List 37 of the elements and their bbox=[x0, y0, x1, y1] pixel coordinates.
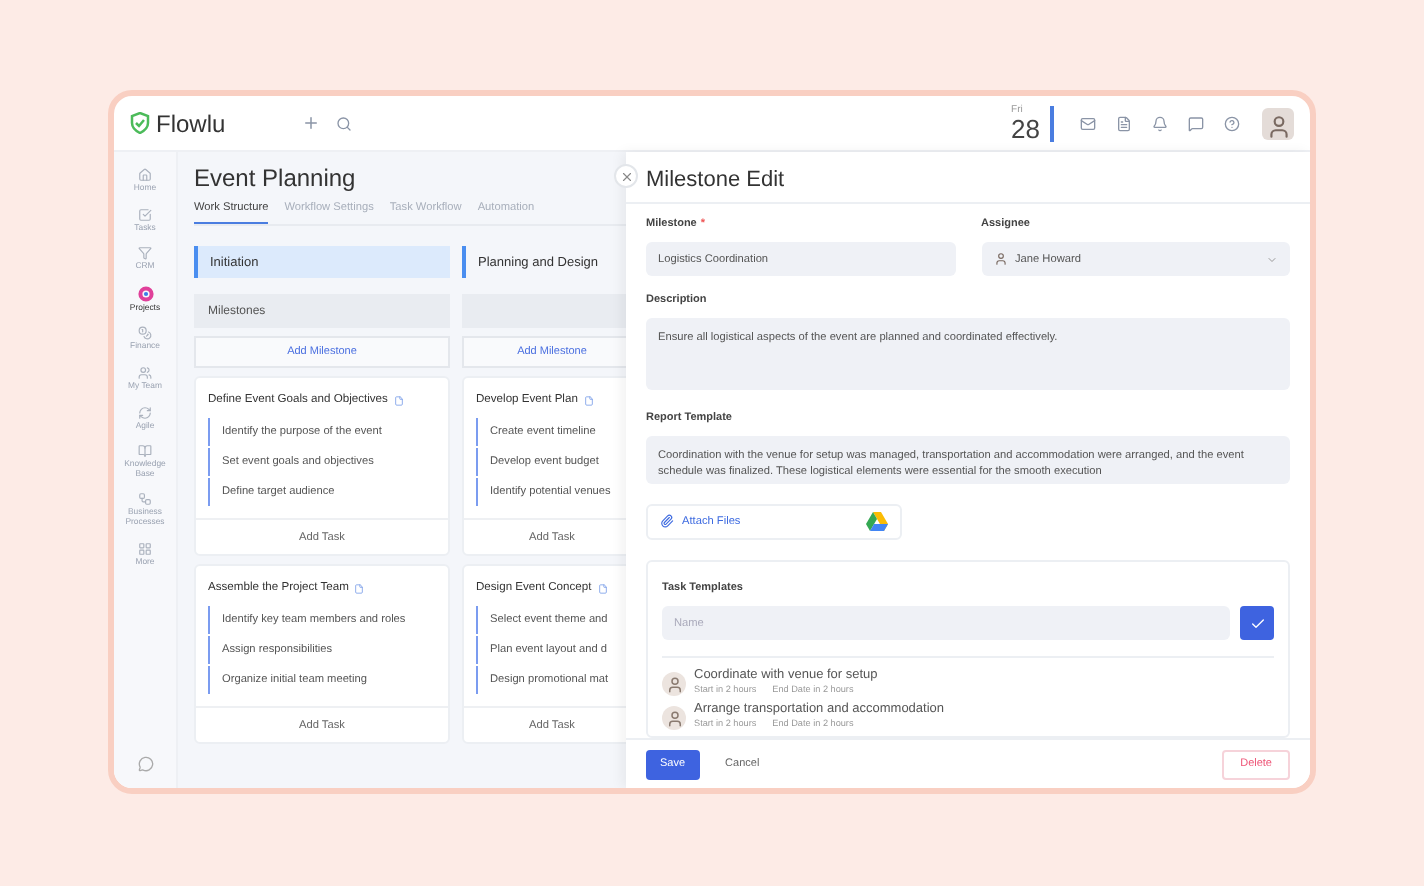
user-avatar[interactable] bbox=[1262, 107, 1294, 139]
people-icon bbox=[138, 366, 152, 381]
avatar-icon bbox=[662, 706, 686, 730]
checkbox-icon bbox=[138, 207, 152, 222]
confirm-button[interactable] bbox=[1240, 606, 1274, 640]
project-title: Event Planning bbox=[194, 164, 358, 192]
chat-bubble-icon[interactable] bbox=[137, 756, 153, 772]
document-icon[interactable] bbox=[597, 583, 608, 593]
grid-icon bbox=[138, 541, 152, 556]
house-icon bbox=[138, 168, 152, 182]
bell-icon[interactable] bbox=[1152, 115, 1168, 131]
document-icon[interactable] bbox=[354, 583, 365, 593]
flow-icon bbox=[138, 492, 152, 507]
drive-logo-icon bbox=[866, 511, 888, 532]
avatar-icon bbox=[662, 672, 686, 696]
document-icon[interactable] bbox=[393, 395, 404, 405]
chevron-down-icon bbox=[1266, 253, 1278, 265]
chat-icon[interactable] bbox=[1188, 115, 1204, 131]
document-icon[interactable] bbox=[583, 395, 594, 405]
paperclip-icon bbox=[660, 514, 674, 529]
colorful-ring-icon bbox=[137, 285, 153, 302]
close-icon bbox=[619, 169, 633, 183]
check-icon bbox=[1249, 615, 1265, 631]
logo-text: Flowlu bbox=[156, 109, 226, 137]
mail-icon[interactable] bbox=[1080, 115, 1096, 131]
cycle-icon bbox=[138, 405, 152, 420]
help-icon[interactable] bbox=[1224, 115, 1240, 131]
funnel-icon bbox=[138, 246, 152, 261]
book-icon bbox=[138, 444, 152, 459]
search-icon[interactable] bbox=[336, 115, 352, 131]
shield-check-icon bbox=[130, 112, 150, 134]
date-number: 28 bbox=[1011, 115, 1040, 141]
person-icon bbox=[993, 252, 1007, 266]
close-button[interactable] bbox=[614, 164, 638, 188]
coins-icon bbox=[138, 326, 152, 341]
note-icon[interactable] bbox=[1116, 115, 1132, 131]
plus-icon[interactable] bbox=[302, 114, 320, 132]
